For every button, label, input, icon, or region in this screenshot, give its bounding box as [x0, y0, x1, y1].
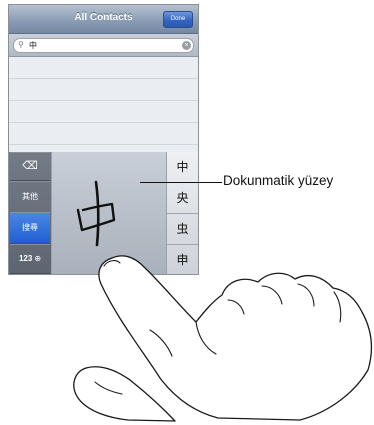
pointing-hand-illustration — [73, 255, 373, 422]
